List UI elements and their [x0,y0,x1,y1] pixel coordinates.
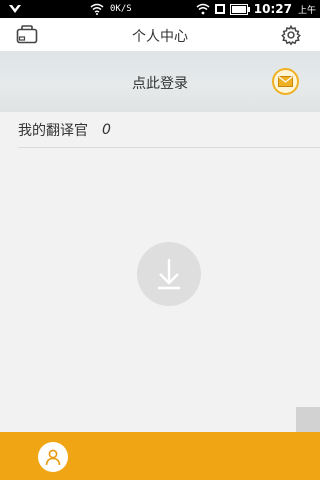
page-title: 个人中心 [132,29,188,45]
messages-button[interactable] [272,68,299,95]
download-button[interactable] [137,242,201,306]
translator-count: 0 [102,121,111,138]
status-bar: 0K/S 10:27 上午 [0,0,320,18]
settings-gear-icon[interactable] [280,24,302,46]
status-center: 0K/S [90,2,132,16]
status-right: 10:27 上午 [196,1,316,17]
translator-label: 我的翻译官 [18,122,88,139]
wifi-icon [90,3,104,15]
clock-time: 10:27 [253,2,292,16]
login-banner[interactable]: 点此登录 [0,52,320,112]
user-avatar-button[interactable] [38,442,68,472]
download-icon [158,259,180,290]
battery-icon [229,3,250,15]
bottom-bar [0,432,320,480]
my-translator-row[interactable]: 我的翻译官 0 [18,112,320,148]
net-speed: 0K/S [110,4,132,14]
header-bar: 个人中心 [0,18,320,52]
sim-icon [214,4,225,14]
user-avatar-icon [45,449,61,466]
wifi-signal-icon [196,3,210,15]
mail-icon [278,76,293,87]
side-handle[interactable] [296,407,320,433]
clock-ampm: 上午 [297,5,316,16]
app-notification-icon [9,5,21,13]
